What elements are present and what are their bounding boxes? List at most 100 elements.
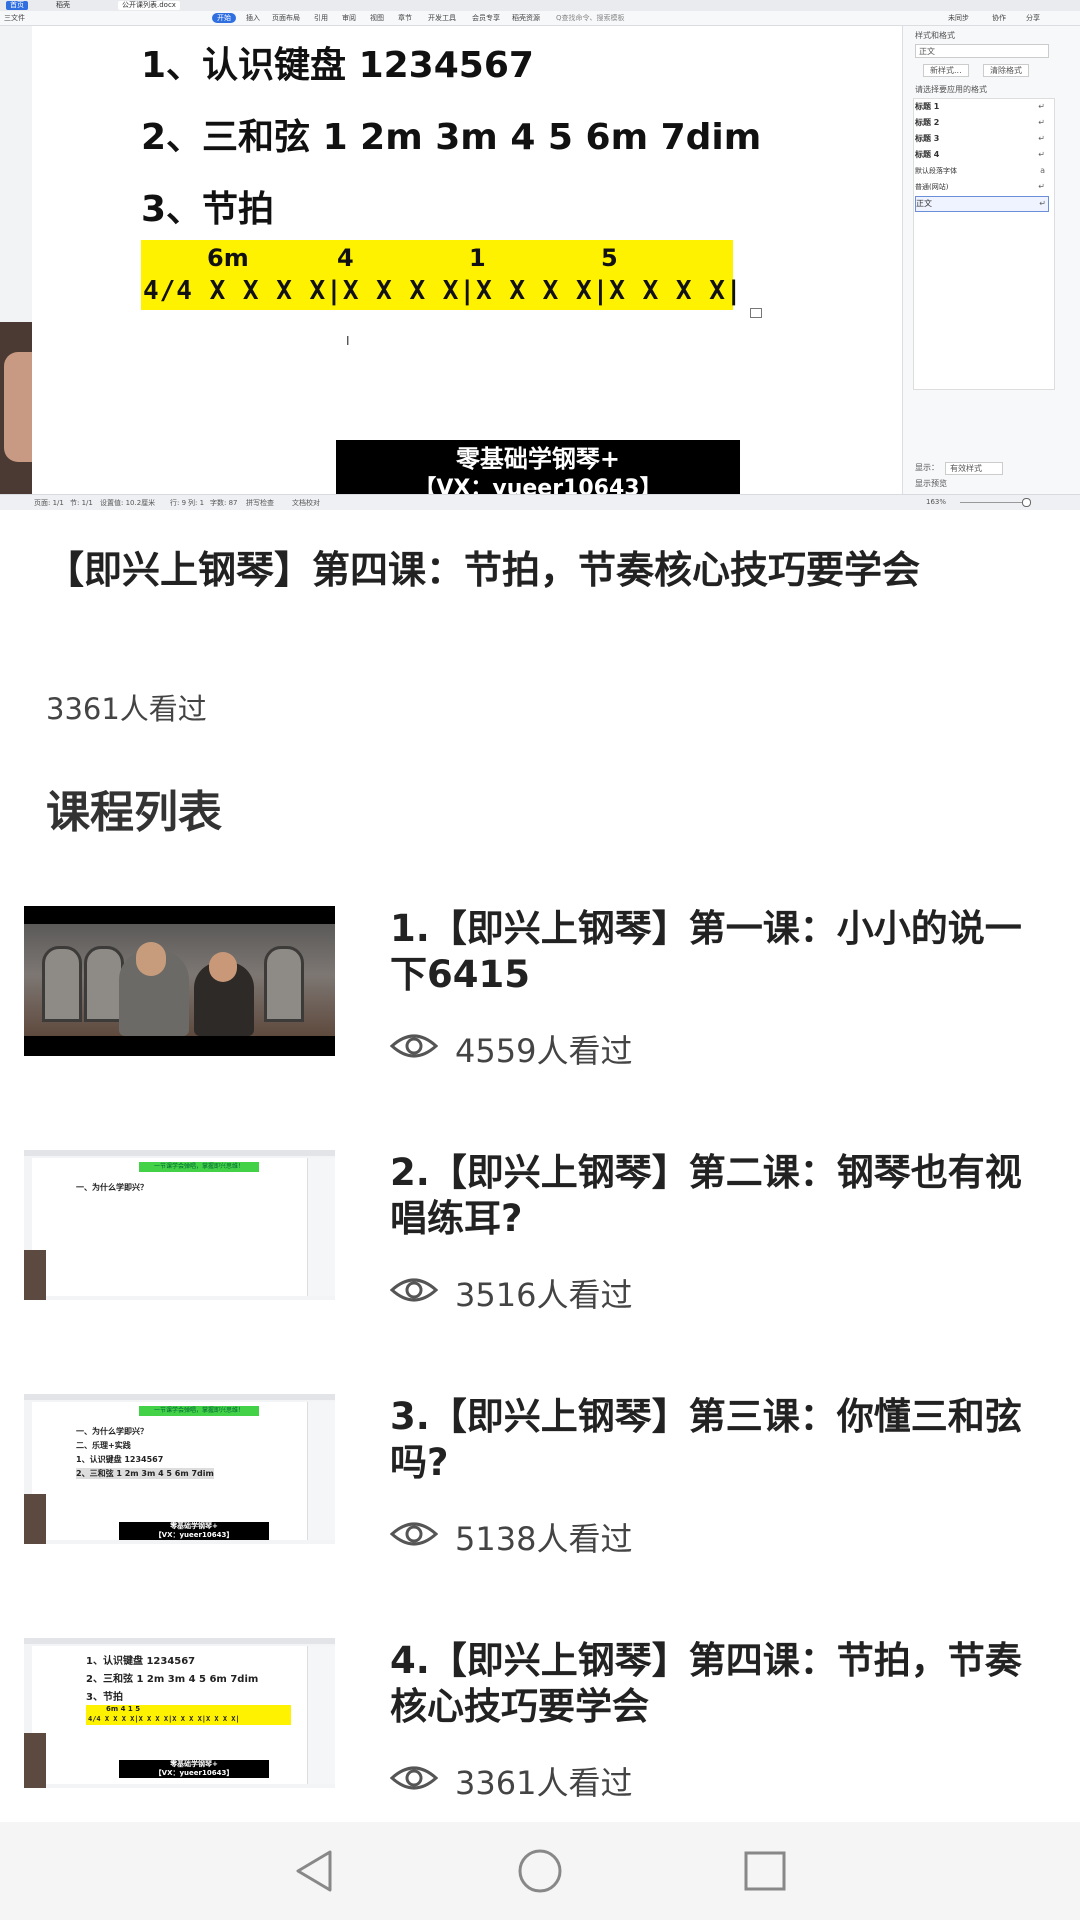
thumb-text: 一、为什么学即兴？ <box>76 1427 148 1436</box>
doc-line-2: 2、三和弦 1 2m 3m 4 5 6m 7dim <box>141 117 762 158</box>
search-command: Q查找命令、搜索模板 <box>556 14 625 22</box>
menu-reference: 引用 <box>314 14 328 22</box>
menu-review: 审阅 <box>342 14 356 22</box>
show-select: 有效样式 <box>945 462 1003 475</box>
style-item-heading4: 标题 4 ↵ <box>915 150 1045 159</box>
style-item-heading3: 标题 3 ↵ <box>915 134 1045 143</box>
status-spell: 拼写检查 <box>246 499 274 507</box>
eye-icon <box>390 1766 438 1790</box>
movie-still-image <box>24 906 335 1056</box>
menu-view: 视图 <box>370 14 384 22</box>
lesson-thumbnail[interactable]: 一节课学会弹唱，掌握即兴思维！ 一、为什么学即兴？ 二、乐理+实践 1、认识键盘… <box>24 1394 335 1544</box>
thumb-watermark: 零基础学钢琴+ 【VX：yueer10643】 <box>119 1522 269 1540</box>
collab-button: 协作 <box>992 14 1006 22</box>
eye-icon <box>390 1034 438 1058</box>
thumb-text: 2、三和弦 1 2m 3m 4 5 6m 7dim <box>76 1468 214 1479</box>
chord-3: 1 <box>469 244 486 272</box>
status-section: 节: 1/1 <box>70 499 93 507</box>
menu-dev: 开发工具 <box>428 14 456 22</box>
chord-1: 6m <box>207 244 249 272</box>
menu-section: 章节 <box>398 14 412 22</box>
course-view-count: 3361人看过 <box>46 692 207 726</box>
eye-icon <box>390 1278 438 1302</box>
lesson-item-2[interactable]: 一节课学会弹唱，掌握即兴思维！ 一、为什么学即兴？ 2.【即兴上钢琴】第二课：钢… <box>0 1150 1080 1390</box>
status-row: 行: 9 <box>170 499 187 507</box>
status-page: 页面: 1/1 <box>34 499 64 507</box>
thumb-text: 2、三和弦 1 2m 3m 4 5 6m 7dim <box>86 1674 259 1685</box>
styles-panel: 样式和格式 正文 新样式... 清除格式 请选择要应用的格式 标题 1 ↵ 标题 … <box>902 26 1080 494</box>
tab-home: 首页 <box>6 1 28 10</box>
lesson-view-count: 5138人看过 <box>455 1520 633 1558</box>
style-item-default-font: 默认段落字体 a <box>915 166 1045 175</box>
menu-start: 开始 <box>212 13 236 23</box>
eye-icon <box>390 1522 438 1546</box>
doc-line-1: 1、认识键盘 1234567 <box>141 45 534 86</box>
chord-2: 4 <box>337 244 354 272</box>
doc-line-3: 3、节拍 <box>141 189 275 230</box>
lesson-view-count: 3516人看过 <box>455 1276 633 1314</box>
status-proof: 文档校对 <box>292 499 320 507</box>
share-button: 分享 <box>1026 14 1040 22</box>
system-nav-bar <box>0 1822 1080 1920</box>
menu-insert: 插入 <box>246 14 260 22</box>
zoom-slider <box>960 502 1030 503</box>
lesson-item-1[interactable]: 1.【即兴上钢琴】第一课：小小的说一下6415 4559人看过 <box>0 906 1080 1146</box>
lesson-item-3[interactable]: 一节课学会弹唱，掌握即兴思维！ 一、为什么学即兴？ 二、乐理+实践 1、认识键盘… <box>0 1394 1080 1634</box>
beat-highlight-box: 6m 4 1 5 4/4 X X X X|X X X X|X X X X|X X… <box>141 240 742 310</box>
presenter-camera <box>0 322 32 510</box>
lesson-title[interactable]: 2.【即兴上钢琴】第二课：钢琴也有视唱练耳? <box>390 1150 1050 1242</box>
status-bar: 页面: 1/1 节: 1/1 设置值: 10.2厘米 行: 9 列: 1 字数:… <box>0 494 1080 510</box>
lesson-view-count: 4559人看过 <box>455 1032 633 1070</box>
style-item-heading2: 标题 2 ↵ <box>915 118 1045 127</box>
course-list-heading: 课程列表 <box>46 787 222 838</box>
preview-checkbox: 显示预览 <box>915 479 947 488</box>
thumb-beat-box: 6m 4 1 5 4/4 X X X X|X X X X|X X X X|X X… <box>86 1705 291 1725</box>
video-player[interactable]: 首页 稻壳 公开课列表.docx 三文件 开始 插入 页面布局 引用 审阅 视图… <box>0 0 1080 510</box>
lesson-title[interactable]: 3.【即兴上钢琴】第三课：你懂三和弦吗? <box>390 1394 1050 1486</box>
chord-row: 6m 4 1 5 <box>141 244 733 274</box>
thumb-text: 二、乐理+实践 <box>76 1441 131 1450</box>
styles-panel-title: 样式和格式 <box>915 31 955 40</box>
document-thumbnail-image: 一节课学会弹唱，掌握即兴思维！ 一、为什么学即兴？ 二、乐理+实践 1、认识键盘… <box>24 1394 335 1544</box>
watermark-line-1: 零基础学钢琴+ <box>455 445 621 473</box>
lesson-thumbnail[interactable] <box>24 906 335 1056</box>
new-style-button: 新样式... <box>923 64 969 77</box>
menu-docer: 稻壳资源 <box>512 14 540 22</box>
menu-vip: 会员专享 <box>472 14 500 22</box>
style-item-web: 普通(网站) ↵ <box>915 182 1045 191</box>
status-zoom: 163% <box>926 498 947 506</box>
sync-status: 未同步 <box>948 14 969 22</box>
status-col: 列: 1 <box>188 499 205 507</box>
document-thumbnail-image: 一节课学会弹唱，掌握即兴思维！ 一、为什么学即兴？ <box>24 1150 335 1300</box>
clear-format-button: 清除格式 <box>983 64 1029 77</box>
thumb-watermark: 零基础学钢琴+ 【VX：yueer10643】 <box>119 1760 269 1778</box>
lesson-thumbnail[interactable]: 一节课学会弹唱，掌握即兴思维！ 一、为什么学即兴？ <box>24 1150 335 1300</box>
thumb-text: 1、认识键盘 1234567 <box>76 1455 164 1464</box>
style-select: 正文 <box>915 44 1049 58</box>
zoom-handle <box>1022 498 1031 507</box>
status-words: 字数: 87 <box>210 499 238 507</box>
recents-icon[interactable] <box>740 1822 790 1920</box>
course-title: 【即兴上钢琴】第四课：节拍，节奏核心技巧要学会 <box>46 548 921 592</box>
lesson-title[interactable]: 4.【即兴上钢琴】第四课：节拍，节奏核心技巧要学会 <box>390 1638 1050 1730</box>
menu-file: 三文件 <box>4 14 25 22</box>
lesson-view-count: 3361人看过 <box>455 1764 633 1802</box>
ribbon-menu: 三文件 开始 插入 页面布局 引用 审阅 视图 章节 开发工具 会员专享 稻壳资… <box>0 11 1080 26</box>
style-item-normal: 正文 ↵ <box>915 196 1049 212</box>
tab-docer: 稻壳 <box>56 1 70 9</box>
tab-document: 公开课列表.docx <box>118 1 180 10</box>
home-icon[interactable] <box>514 1822 566 1920</box>
style-item-heading1: 标题 1 ↵ <box>915 102 1045 111</box>
thumb-text: 1、认识键盘 1234567 <box>86 1656 196 1667</box>
menu-layout: 页面布局 <box>272 14 300 22</box>
lesson-thumbnail[interactable]: 1、认识键盘 1234567 2、三和弦 1 2m 3m 4 5 6m 7dim… <box>24 1638 335 1788</box>
show-label: 显示： <box>915 463 939 472</box>
back-icon[interactable] <box>290 1822 340 1920</box>
beat-pattern: 4/4 X X X X|X X X X|X X X X|X X X X| <box>143 276 743 306</box>
lesson-title[interactable]: 1.【即兴上钢琴】第一课：小小的说一下6415 <box>390 906 1050 998</box>
thumb-text: 一、为什么学即兴？ <box>76 1183 148 1192</box>
text-cursor-icon: I <box>346 334 350 348</box>
chord-4: 5 <box>601 244 618 272</box>
document-thumbnail-image: 1、认识键盘 1234567 2、三和弦 1 2m 3m 4 5 6m 7dim… <box>24 1638 335 1788</box>
status-setting: 设置值: 10.2厘米 <box>100 499 156 507</box>
